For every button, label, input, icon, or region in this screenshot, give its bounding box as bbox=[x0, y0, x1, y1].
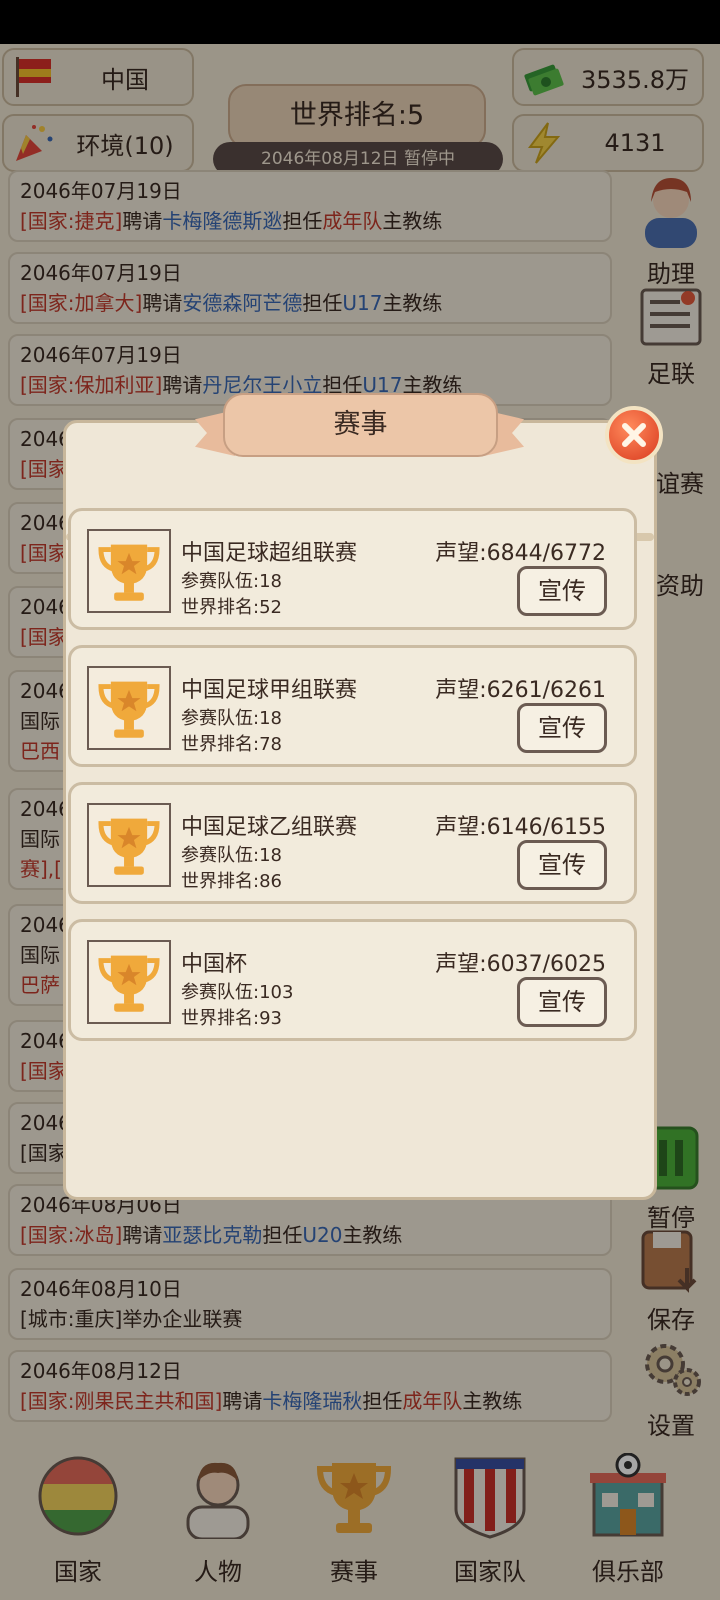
competition-card[interactable]: 中国足球超组联赛参赛队伍:18 世界排名:52 声望:6844/6772 宣传 bbox=[68, 508, 637, 630]
competition-world-rank: 世界排名:93 bbox=[181, 1008, 282, 1029]
competition-teams: 参赛队伍:18 bbox=[181, 708, 282, 729]
dialog-title: 赛事 bbox=[223, 393, 498, 457]
competition-name: 中国足球乙组联赛 bbox=[181, 815, 358, 840]
trophy-icon bbox=[87, 940, 171, 1024]
competition-fame: 声望:6844/6772 bbox=[435, 541, 606, 566]
competition-fame: 声望:6261/6261 bbox=[435, 678, 606, 703]
competition-name: 中国足球甲组联赛 bbox=[181, 678, 358, 703]
competition-teams: 参赛队伍:18 bbox=[181, 571, 282, 592]
trophy-icon bbox=[87, 666, 171, 750]
promote-button[interactable]: 宣传 bbox=[517, 977, 607, 1027]
game-screen: 中国 环境(10) 世界排名:5 2046年08月12日 暂停中 3535.8万… bbox=[0, 44, 720, 1600]
competition-name: 中国杯 bbox=[181, 952, 248, 977]
competition-world-rank: 世界排名:78 bbox=[181, 734, 282, 755]
promote-button[interactable]: 宣传 bbox=[517, 566, 607, 616]
competition-card[interactable]: 中国杯参赛队伍:103 世界排名:93 声望:6037/6025 宣传 bbox=[68, 919, 637, 1041]
trophy-icon bbox=[87, 803, 171, 887]
competition-fame: 声望:6146/6155 bbox=[435, 815, 606, 840]
competition-fame: 声望:6037/6025 bbox=[435, 952, 606, 977]
close-icon bbox=[622, 423, 646, 447]
promote-button[interactable]: 宣传 bbox=[517, 840, 607, 890]
competition-card[interactable]: 中国足球乙组联赛参赛队伍:18 世界排名:86 声望:6146/6155 宣传 bbox=[68, 782, 637, 904]
promote-button[interactable]: 宣传 bbox=[517, 703, 607, 753]
close-button[interactable] bbox=[605, 406, 663, 464]
trophy-icon bbox=[87, 529, 171, 613]
competition-card[interactable]: 中国足球甲组联赛参赛队伍:18 世界排名:78 声望:6261/6261 宣传 bbox=[68, 645, 637, 767]
competition-world-rank: 世界排名:52 bbox=[181, 597, 282, 618]
competition-world-rank: 世界排名:86 bbox=[181, 871, 282, 892]
competition-name: 中国足球超组联赛 bbox=[181, 541, 358, 566]
competition-teams: 参赛队伍:18 bbox=[181, 845, 282, 866]
competition-teams: 参赛队伍:103 bbox=[181, 982, 294, 1003]
dialog-title-text: 赛事 bbox=[333, 409, 388, 440]
